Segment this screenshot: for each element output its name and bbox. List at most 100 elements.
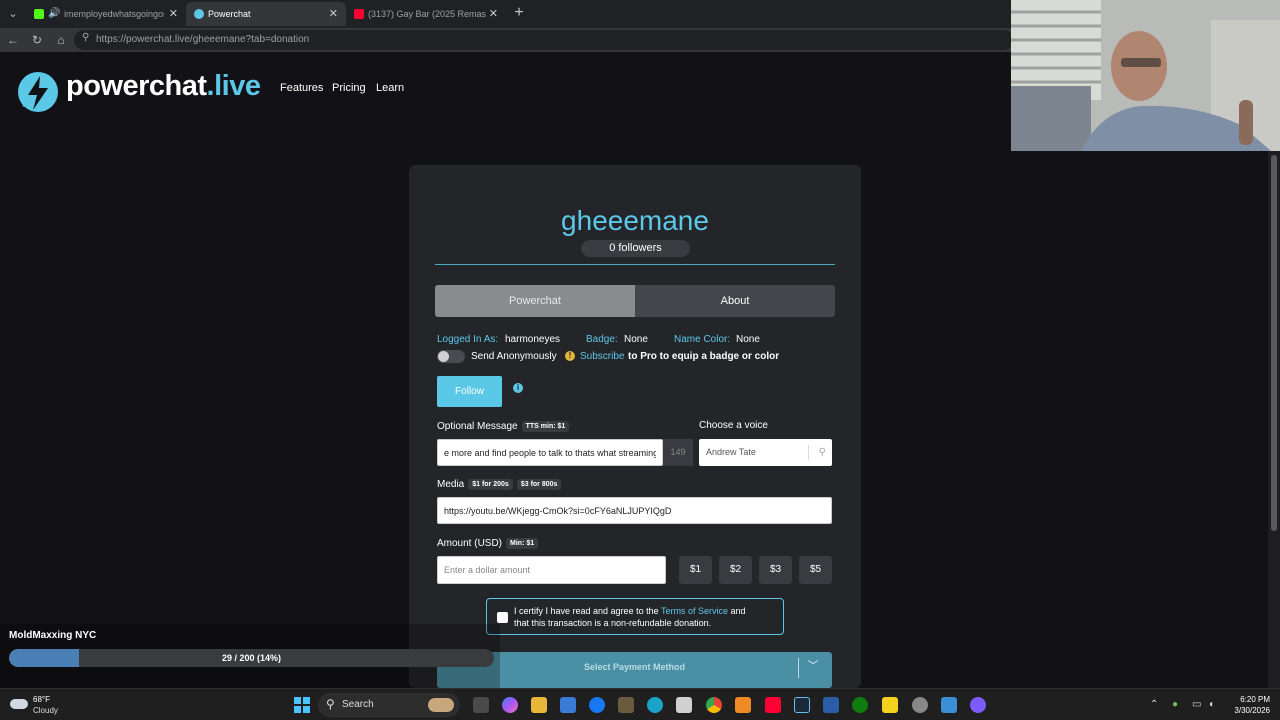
powerchat-favicon-icon (194, 9, 204, 19)
copilot-icon[interactable] (502, 697, 518, 713)
address-bar[interactable]: ⚲ https://powerchat.live/gheeemane?tab=d… (74, 30, 1014, 50)
reload-icon[interactable]: ↻ (29, 32, 45, 48)
subscribe-link[interactable]: Subscribe (580, 351, 624, 362)
terms-text-and: and (730, 606, 746, 616)
preset-amount-button[interactable]: $3 (759, 556, 792, 584)
search-icon[interactable]: ⚲ (819, 439, 826, 466)
tab-search-menu-icon[interactable]: ⌄ (4, 5, 22, 23)
media-url-input[interactable] (437, 497, 832, 524)
xbox-icon[interactable] (852, 697, 868, 713)
optional-message-text: Optional Message (437, 421, 518, 432)
terms-of-service-link[interactable]: Terms of Service (661, 606, 728, 616)
taskbar-search[interactable]: ⚲ Search (318, 693, 460, 717)
system-clock[interactable]: 6:20 PM 3/30/2026 (1220, 694, 1270, 716)
windows-start-icon[interactable] (294, 697, 310, 713)
goal-title: MoldMaxxing NYC (9, 630, 97, 641)
site-header: powerchat.live Features Pricing Learn (0, 52, 1010, 132)
speaker-icon[interactable]: 🔊 (48, 2, 60, 26)
edge-icon[interactable] (647, 697, 663, 713)
amount-input[interactable] (437, 556, 666, 584)
webcam-overlay (1011, 0, 1280, 151)
terms-text: I certify I have read and agree to the T… (514, 605, 746, 629)
badge-value: None (624, 334, 648, 345)
obs-icon[interactable] (912, 697, 928, 713)
tab-powerchat[interactable]: Powerchat (435, 285, 635, 317)
char-counter: 149 (663, 439, 693, 466)
nav-pricing[interactable]: Pricing (332, 82, 366, 94)
weather-temp: 68°F (33, 695, 50, 704)
preset-amount-button[interactable]: $2 (719, 556, 752, 584)
browser-tab-kick[interactable]: 🔊 imemployedwhatsgoingon S... ✕ (26, 2, 186, 26)
amount-label: Amount (USD) Min: $1 (437, 538, 539, 549)
divider (798, 658, 799, 678)
close-tab-icon[interactable]: ✕ (329, 2, 338, 26)
toggle-knob (438, 351, 449, 362)
file-explorer-icon[interactable] (531, 697, 547, 713)
name-color-label: Name Color: (674, 334, 731, 345)
browser-tab-powerchat[interactable]: Powerchat ✕ (186, 2, 346, 26)
chrome-icon[interactable] (706, 697, 722, 713)
card-tabs: Powerchat About (435, 285, 835, 317)
nav-learn[interactable]: Learn (376, 82, 404, 94)
tab-label: (3137) Gay Bar (2025 Remaster) - Y... (368, 9, 486, 19)
page-scrollbar[interactable] (1268, 151, 1280, 688)
amount-text: Amount (USD) (437, 538, 503, 549)
new-tab-icon[interactable]: + (512, 3, 526, 23)
terms-checkbox[interactable] (497, 612, 508, 623)
badge-label: Badge: (586, 334, 618, 345)
store-icon[interactable] (560, 697, 576, 713)
vlc-icon[interactable] (735, 697, 751, 713)
powerchat-logo-icon[interactable] (16, 70, 60, 114)
send-anonymously-toggle[interactable] (437, 350, 465, 363)
streamer-name: gheeemane (561, 205, 709, 236)
app-icon[interactable] (823, 697, 839, 713)
goal-progress-text: 29 / 200 (14%) (221, 653, 282, 663)
facebook-icon[interactable] (589, 697, 605, 713)
follow-button[interactable]: Follow (437, 376, 502, 407)
taskbar: 68°F Cloudy ⚲ Search ⌃ ● ▭ ◖ 6:20 PM 3/3… (0, 688, 1280, 720)
network-icon[interactable]: ▭ (1192, 699, 1201, 710)
info-icon[interactable]: i (513, 383, 523, 393)
scrollbar-thumb[interactable] (1271, 155, 1277, 531)
followers-count: 0 followers (581, 240, 690, 257)
subscribe-text: to Pro to equip a badge or color (628, 351, 780, 362)
close-tab-icon[interactable]: ✕ (489, 2, 498, 26)
tab-about[interactable]: About (635, 285, 835, 317)
back-arrow-icon[interactable]: ← (5, 32, 21, 48)
preset-amount-button[interactable]: $1 (679, 556, 712, 584)
nav-features[interactable]: Features (280, 82, 323, 94)
search-highlight-icon (428, 698, 454, 712)
window-app-icon[interactable] (941, 697, 957, 713)
browser-tab-youtube[interactable]: (3137) Gay Bar (2025 Remaster) - Y... ✕ (346, 2, 506, 26)
name-color-value: None (736, 334, 760, 345)
webcam-image (1011, 0, 1280, 151)
task-view-icon[interactable] (473, 697, 489, 713)
search-icon: ⚲ (326, 697, 335, 711)
calculator-icon[interactable] (676, 697, 692, 713)
youtube-icon[interactable] (765, 697, 781, 713)
logged-in-label: Logged In As: (437, 334, 499, 345)
send-anonymously-label: Send Anonymously (471, 351, 557, 362)
volume-icon[interactable]: ◖ (1208, 699, 1214, 710)
site-info-icon[interactable]: ⚲ (82, 32, 89, 43)
media-text: Media (437, 479, 465, 490)
microphone-icon[interactable]: ● (1172, 699, 1178, 710)
chevron-up-icon[interactable]: ⌃ (1150, 699, 1158, 710)
powerchat-wordmark[interactable]: powerchat.live (66, 70, 261, 103)
steam-icon[interactable] (794, 697, 810, 713)
amazon-icon[interactable] (618, 697, 634, 713)
preset-amount-button[interactable]: $5 (799, 556, 832, 584)
divider (808, 445, 809, 460)
terms-text-start: I certify I have read and agree to the (514, 606, 659, 616)
home-icon[interactable]: ⌂ (53, 32, 69, 48)
donation-card: gheeemane 0 followers Powerchat About Lo… (409, 165, 861, 688)
tab-label: imemployedwhatsgoingon S... (64, 9, 164, 19)
message-input[interactable] (437, 439, 663, 466)
app-icon[interactable] (970, 697, 986, 713)
close-tab-icon[interactable]: ✕ (169, 2, 178, 26)
voice-select[interactable]: Andrew Tate ⚲ (699, 439, 832, 466)
sticky-notes-icon[interactable] (882, 697, 898, 713)
goal-progress-bar: 29 / 200 (14%) (9, 649, 494, 667)
clock-time: 6:20 PM (1240, 695, 1270, 704)
chevron-down-icon[interactable]: ﹀ (808, 652, 818, 682)
